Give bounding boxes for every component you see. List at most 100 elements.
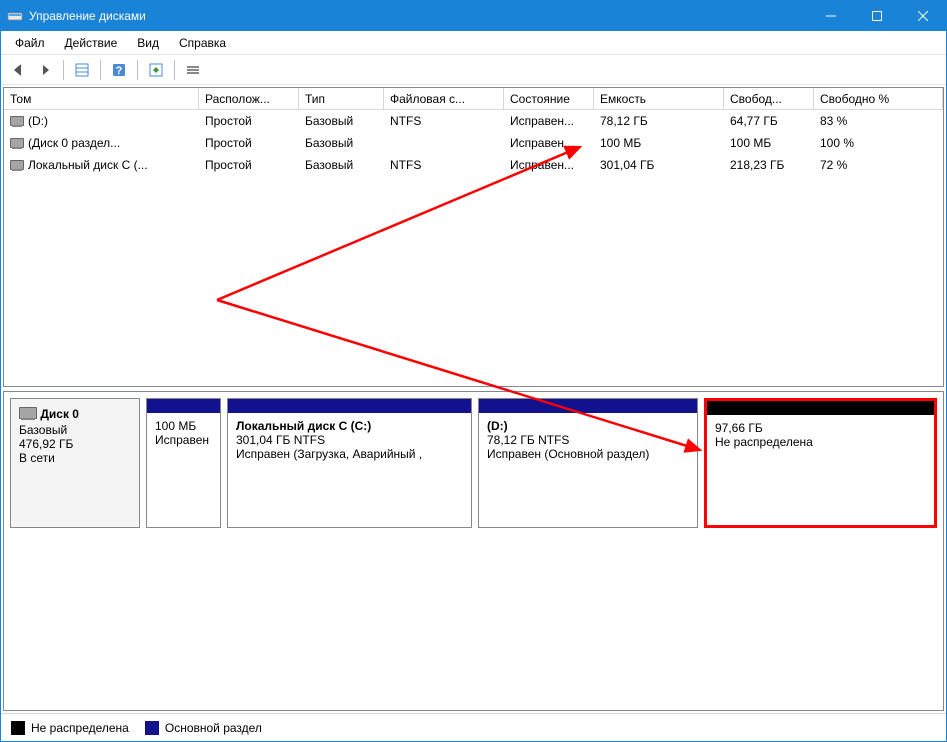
- partition-content: (D:)78,12 ГБ NTFSИсправен (Основной разд…: [479, 413, 697, 527]
- legend-bar: Не распределена Основной раздел: [1, 713, 946, 741]
- volume-icon: [10, 160, 24, 170]
- partition-box[interactable]: (D:)78,12 ГБ NTFSИсправен (Основной разд…: [478, 398, 698, 528]
- partition-size: 301,04 ГБ NTFS: [236, 433, 463, 447]
- help-button[interactable]: ?: [107, 58, 131, 82]
- cell-text: (Диск 0 раздел...: [28, 136, 120, 150]
- partition-box[interactable]: 100 МБИсправен: [146, 398, 221, 528]
- volume-icon: [10, 138, 24, 148]
- volume-icon: [10, 116, 24, 126]
- volume-row[interactable]: (Диск 0 раздел... Простой Базовый Исправен.…: [4, 132, 943, 154]
- toolbar-separator: [174, 60, 175, 80]
- disk-number: Диск 0: [40, 407, 79, 421]
- volume-cell: Базовый: [299, 114, 384, 128]
- col-freepct[interactable]: Свободно %: [814, 88, 943, 110]
- col-capacity[interactable]: Емкость: [594, 88, 724, 110]
- col-filesystem[interactable]: Файловая с...: [384, 88, 504, 110]
- volume-row[interactable]: (D:)ПростойБазовыйNTFSИсправен...78,12 Г…: [4, 110, 943, 132]
- cell-text: 83 %: [820, 114, 847, 128]
- col-type[interactable]: Тип: [299, 88, 384, 110]
- menu-help[interactable]: Справка: [169, 34, 236, 52]
- volume-cell: Исправен...: [504, 136, 594, 150]
- disk-status: В сети: [19, 451, 131, 465]
- cell-text: 64,77 ГБ: [730, 114, 778, 128]
- cell-text: 72 %: [820, 158, 847, 172]
- partition-size: 78,12 ГБ NTFS: [487, 433, 689, 447]
- disk-size: 476,92 ГБ: [19, 437, 131, 451]
- maximize-button[interactable]: [854, 1, 900, 31]
- partition-name: Локальный диск C (C:): [236, 419, 463, 433]
- titlebar: Управление дисками: [1, 1, 946, 31]
- partition-content: Локальный диск C (C:)301,04 ГБ NTFSИспра…: [228, 413, 471, 527]
- volume-cell: Простой: [199, 136, 299, 150]
- volume-cell: Базовый: [299, 136, 384, 150]
- svg-text:?: ?: [116, 65, 123, 77]
- toolbar: ?: [1, 55, 946, 85]
- volume-cell: 100 МБ: [594, 136, 724, 150]
- cell-text: NTFS: [390, 158, 421, 172]
- cell-text: 100 %: [820, 136, 854, 150]
- partition-box[interactable]: Локальный диск C (C:)301,04 ГБ NTFSИспра…: [227, 398, 472, 528]
- volume-list-pane: Том Располож... Тип Файловая с... Состоя…: [3, 87, 944, 387]
- partition-status: Исправен (Загрузка, Аварийный ,: [236, 447, 463, 461]
- volume-cell: 100 МБ: [724, 136, 814, 150]
- cell-text: Исправен...: [510, 158, 574, 172]
- partition-color-bar: [228, 399, 471, 413]
- cell-text: Простой: [205, 136, 252, 150]
- toolbar-separator: [100, 60, 101, 80]
- forward-button[interactable]: [33, 58, 57, 82]
- app-icon: [7, 8, 23, 24]
- partition-size: 97,66 ГБ: [715, 421, 926, 435]
- partition-name: (D:): [487, 419, 689, 433]
- menu-file[interactable]: Файл: [5, 34, 55, 52]
- partition-status: Исправен (Основной раздел): [487, 447, 689, 461]
- list-view-button[interactable]: [181, 58, 205, 82]
- col-free[interactable]: Свобод...: [724, 88, 814, 110]
- volume-cell: NTFS: [384, 158, 504, 172]
- legend-unallocated: Не распределена: [11, 721, 129, 735]
- col-volume[interactable]: Том: [4, 88, 199, 110]
- cell-text: Базовый: [305, 114, 353, 128]
- volume-row[interactable]: Локальный диск C (... Простой Базовый NTFS И…: [4, 154, 943, 176]
- toolbar-separator: [63, 60, 64, 80]
- disk-block: Диск 0 Базовый 476,92 ГБ В сети 100 МБИс…: [10, 398, 937, 528]
- cell-text: 100 МБ: [730, 136, 771, 150]
- col-status[interactable]: Состояние: [504, 88, 594, 110]
- volume-cell: Локальный диск C (...: [4, 158, 199, 172]
- volume-cell: 100 %: [814, 136, 943, 150]
- cell-text: Базовый: [305, 136, 353, 150]
- volume-cell: Исправен...: [504, 158, 594, 172]
- col-layout[interactable]: Располож...: [199, 88, 299, 110]
- properties-button[interactable]: [70, 58, 94, 82]
- volume-cell: (D:): [4, 114, 199, 128]
- menu-action[interactable]: Действие: [55, 34, 128, 52]
- window-title: Управление дисками: [29, 9, 808, 23]
- refresh-button[interactable]: [144, 58, 168, 82]
- legend-swatch-primary: [145, 721, 159, 735]
- close-button[interactable]: [900, 1, 946, 31]
- cell-text: 218,23 ГБ: [730, 158, 784, 172]
- volume-cell: Простой: [199, 114, 299, 128]
- minimize-button[interactable]: [808, 1, 854, 31]
- disk-graphical-pane: Диск 0 Базовый 476,92 ГБ В сети 100 МБИс…: [3, 391, 944, 711]
- toolbar-separator: [137, 60, 138, 80]
- menu-view[interactable]: Вид: [127, 34, 169, 52]
- volume-cell: 301,04 ГБ: [594, 158, 724, 172]
- legend-label-primary: Основной раздел: [165, 721, 262, 735]
- back-button[interactable]: [7, 58, 31, 82]
- cell-text: 301,04 ГБ: [600, 158, 654, 172]
- cell-text: 100 МБ: [600, 136, 641, 150]
- partition-color-bar: [479, 399, 697, 413]
- legend-swatch-unalloc: [11, 721, 25, 735]
- cell-text: Исправен...: [510, 114, 574, 128]
- cell-text: Простой: [205, 158, 252, 172]
- disk-type: Базовый: [19, 423, 131, 437]
- partition-box[interactable]: 97,66 ГБНе распределена: [704, 398, 937, 528]
- partition-content: 97,66 ГБНе распределена: [707, 415, 934, 525]
- menubar: Файл Действие Вид Справка: [1, 31, 946, 55]
- volume-cell: Базовый: [299, 158, 384, 172]
- volume-cell: 72 %: [814, 158, 943, 172]
- cell-text: Исправен...: [510, 136, 574, 150]
- disk-info[interactable]: Диск 0 Базовый 476,92 ГБ В сети: [10, 398, 140, 528]
- cell-text: Простой: [205, 114, 252, 128]
- volume-cell: (Диск 0 раздел...: [4, 136, 199, 150]
